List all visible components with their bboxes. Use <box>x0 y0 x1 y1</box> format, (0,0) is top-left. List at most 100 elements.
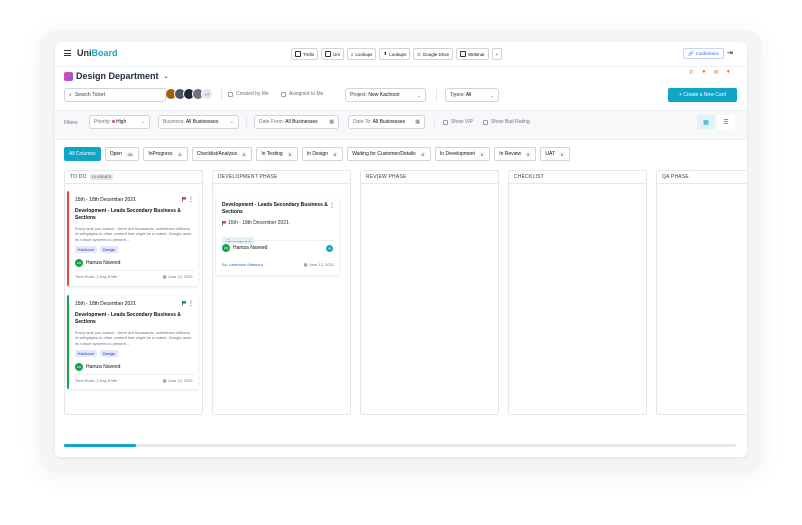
ticket-card[interactable]: 15th - 18th December 2021 ⋮ Development … <box>67 295 198 389</box>
show-bad-rating-checkbox[interactable]: Show Bad Rating <box>483 119 530 125</box>
calendar-icon: ▦ <box>415 119 420 125</box>
card-creator: By: Lawrence Mansour <box>222 262 263 267</box>
app-window: UniBoard Trello Uni ⌕ Lookups ⬆ Lookups GG… <box>55 42 747 457</box>
tab-checklist-analysis[interactable]: Checklist/Analysis 6 <box>191 147 253 161</box>
dragged-ticket-card[interactable]: Development - Leads Secondary Business &… <box>216 197 339 275</box>
view-toggle: ▦ ☰ <box>697 115 735 129</box>
member-avatars[interactable]: +7 <box>165 88 213 100</box>
card-tags: Kachoori Design <box>75 246 119 253</box>
trello-button[interactable]: Trello <box>291 48 319 60</box>
menu-icon[interactable] <box>64 50 71 56</box>
tab-all-columns[interactable]: All Columns <box>64 147 101 161</box>
card-assignee: HN Hamza Naveed <box>222 244 268 252</box>
column-header: QA PHASE <box>657 171 747 184</box>
business-filter[interactable]: Business: All Businesses ⌄ <box>158 115 239 129</box>
add-icon[interactable]: + <box>326 245 333 252</box>
trello-icon <box>295 51 301 57</box>
more-avatars-badge: +7 <box>201 88 213 100</box>
upload-icon: ⬆ <box>383 51 388 56</box>
flag-icon <box>182 301 186 306</box>
card-description: Every time you search , there are thousa… <box>75 226 192 242</box>
phone-icon[interactable]: ✆ <box>689 69 694 76</box>
bell-icon[interactable]: ♦ <box>727 69 730 76</box>
uni-button[interactable]: Uni <box>321 48 344 60</box>
google-icon: G <box>417 51 421 57</box>
webinar-button[interactable]: Webinar <box>455 48 489 60</box>
search-icon: ⌕ <box>69 92 72 98</box>
tab-inprogress[interactable]: InProgress 6 <box>143 147 188 161</box>
grid-view-icon[interactable]: ▦ <box>697 115 715 129</box>
created-by-me-checkbox[interactable]: Created by Me <box>228 91 269 97</box>
add-integration-button[interactable]: + <box>491 48 503 60</box>
calendar-icon: ▦ <box>162 378 167 383</box>
tag: Kachoori <box>75 350 97 357</box>
logout-icon[interactable]: ⇥ <box>727 49 733 57</box>
priority-dot-icon <box>111 120 115 123</box>
flag-icon <box>222 220 226 226</box>
avatar: HN <box>75 363 83 371</box>
integrations-toolbar: Trello Uni ⌕ Lookups ⬆ Lookups G Google Dri… <box>291 48 503 60</box>
tab-in-testing[interactable]: In Testing 6 <box>256 147 298 161</box>
card-created-date: ▦ June 12, 2021 <box>303 262 334 267</box>
column-header: DEVELOPMENT PHASE <box>213 171 350 184</box>
more-options-icon[interactable]: ⋮ <box>188 300 194 307</box>
separator <box>221 89 222 101</box>
card-title: Development - Leads Secondary Business &… <box>75 312 181 325</box>
card-title: Development - Leads Secondary Business &… <box>75 208 181 221</box>
types-select[interactable]: Types: All ⌄ <box>445 88 499 102</box>
card-created-date: ▦ June 12, 2021 <box>162 274 193 279</box>
ticket-card[interactable]: 15th - 18th December 2021 ⋮ Development … <box>67 191 198 286</box>
create-card-button[interactable]: + Create a New Card <box>668 88 737 102</box>
avatar: HN <box>75 259 83 267</box>
conference-button[interactable]: 🔗 Conference <box>683 48 724 59</box>
card-date: 15th - 18th December 2021 <box>75 301 136 307</box>
more-options-icon[interactable]: ⋮ <box>329 202 335 209</box>
more-options-icon[interactable]: ⋮ <box>188 196 194 203</box>
date-from-filter[interactable]: Date From: All Businesses ▦ <box>254 115 339 129</box>
filters-label: Filters <box>64 120 78 126</box>
column-header: CHECKLIST <box>509 171 646 184</box>
column-qa-phase: QA PHASE <box>656 170 747 415</box>
card-assignee: HN Hamza Naveed <box>75 259 121 267</box>
separator <box>434 117 435 129</box>
tab-uat[interactable]: UAT 6 <box>540 147 571 161</box>
lookups-upload-button[interactable]: ⬆ Lookups <box>379 48 411 60</box>
column-review-phase: REVIEW PHASE <box>360 170 499 415</box>
tab-in-development[interactable]: In Development 6 <box>434 147 491 161</box>
project-select[interactable]: Project: New Kachoori ⌄ <box>345 88 426 102</box>
mail-icon[interactable]: ✉ <box>714 69 719 76</box>
card-tags: Kachoori Design <box>75 350 119 357</box>
uni-icon <box>325 51 332 57</box>
tab-in-review[interactable]: In Review 6 <box>494 147 537 161</box>
header-actions: ✆ ● ✉ ♦ <box>689 69 730 76</box>
top-divider <box>55 66 747 67</box>
priority-filter[interactable]: Priority: High ⌄ <box>89 115 150 129</box>
status-tabs: All Columns Open 26 InProgress 6 Checklist… <box>64 147 571 161</box>
list-view-icon[interactable]: ☰ <box>717 115 735 129</box>
department-icon <box>64 71 73 81</box>
search-icon: ⌕ <box>350 51 354 57</box>
app-logo[interactable]: UniBoard <box>77 48 118 58</box>
department-selector[interactable]: Design Department ⌄ <box>64 71 169 81</box>
tag: Kachoori <box>75 246 97 253</box>
show-vip-checkbox[interactable]: Show VIP <box>443 119 473 125</box>
tag: Design <box>99 246 119 253</box>
tab-open[interactable]: Open 26 <box>104 147 140 161</box>
date-to-filter[interactable]: Date To: All Businesses ▦ <box>348 115 425 129</box>
calendar-icon: ▦ <box>162 274 167 279</box>
card-created-date: ▦ June 12, 2021 <box>162 378 193 383</box>
tag: Design <box>99 350 119 357</box>
clock-icon[interactable]: ● <box>702 69 706 76</box>
tab-waiting-for-customer[interactable]: Waiting for Customer/Details 6 <box>347 147 431 161</box>
search-input[interactable]: ⌕ Search Ticket <box>64 88 166 102</box>
google-drive-button[interactable]: G Google Drive <box>413 48 453 60</box>
column-checklist: CHECKLIST <box>508 170 647 415</box>
lookups-button[interactable]: ⌕ Lookups <box>346 48 377 60</box>
scrollbar-thumb[interactable] <box>64 444 136 447</box>
avatar: HN <box>222 244 230 252</box>
card-divider <box>75 270 195 271</box>
tab-in-design[interactable]: In Design 6 <box>301 147 344 161</box>
assigned-to-me-checkbox[interactable]: Assigned to Me <box>281 91 323 97</box>
horizontal-scrollbar[interactable] <box>64 444 736 447</box>
webinar-icon <box>459 51 466 57</box>
